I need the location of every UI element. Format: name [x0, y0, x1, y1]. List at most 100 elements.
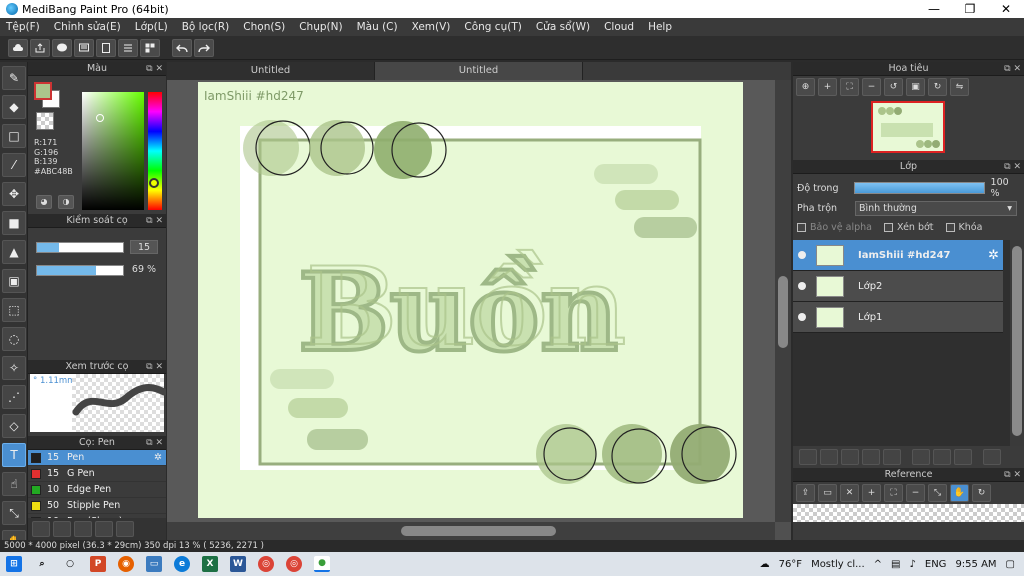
panel-controls-icon[interactable]: ⧉ ✕ [146, 214, 163, 228]
brush-folder-button[interactable] [116, 521, 134, 537]
redo-button[interactable] [194, 38, 214, 57]
panel-controls-icon[interactable]: ⧉ ✕ [146, 436, 163, 450]
layer-row[interactable]: Lớp1 [793, 302, 1003, 333]
gear-icon[interactable]: ✲ [988, 248, 999, 263]
menu-window[interactable]: Cửa sổ(W) [536, 21, 590, 33]
menu-layer[interactable]: Lớp(L) [135, 21, 168, 33]
foreground-color-swatch[interactable] [34, 82, 52, 100]
edge-icon[interactable]: e [174, 556, 190, 572]
color-wheel-button[interactable]: ◑ [58, 195, 74, 209]
chat-button[interactable] [52, 38, 72, 57]
vertical-scroll-thumb[interactable] [778, 276, 788, 348]
layer-settings-button[interactable] [954, 449, 972, 465]
protect-alpha-checkbox[interactable]: Bảo vệ alpha [797, 222, 872, 233]
tab-untitled-2[interactable]: Untitled [375, 62, 583, 80]
hue-cursor[interactable] [149, 178, 159, 188]
panel-controls-icon[interactable]: ⧉ ✕ [1004, 468, 1021, 482]
blend-mode-select[interactable]: Bình thường [855, 200, 1017, 216]
chrome-icon[interactable]: ◎ [258, 556, 274, 572]
layer-row[interactable]: IamShiii #hd247 ✲ [793, 240, 1003, 271]
excel-icon[interactable]: X [202, 556, 218, 572]
brush-settings-button[interactable] [95, 521, 113, 537]
magic-wand-tool[interactable]: ✧ [2, 356, 26, 380]
panel-controls-icon[interactable]: ⧉ ✕ [146, 360, 163, 374]
ref-rotate-button[interactable]: ↻ [972, 484, 991, 502]
reference-view[interactable] [793, 504, 1024, 522]
rotate-left-button[interactable]: ↺ [884, 78, 903, 96]
canvas-vertical-scrollbar[interactable] [775, 80, 791, 522]
maximize-button[interactable]: ❐ [952, 0, 988, 18]
close-button[interactable]: ✕ [988, 0, 1024, 18]
ref-eyedropper-button[interactable]: ⤡ [928, 484, 947, 502]
tray-chevron-icon[interactable]: ^ [874, 559, 882, 570]
visibility-eye-icon[interactable] [798, 251, 806, 259]
layer-row[interactable]: Lớp2 [793, 271, 1003, 302]
page-button[interactable] [96, 38, 116, 57]
hue-slider[interactable] [148, 92, 162, 210]
visibility-eye-icon[interactable] [798, 313, 806, 321]
actual-size-button[interactable]: ▣ [906, 78, 925, 96]
grid-button[interactable] [140, 38, 160, 57]
panel-controls-icon[interactable]: ⧉ ✕ [146, 62, 163, 76]
move-tool[interactable]: ✥ [2, 182, 26, 206]
clipping-checkbox[interactable]: Xén bớt [884, 222, 934, 233]
add-layer-menu-button[interactable] [862, 449, 880, 465]
zoom-in-button[interactable]: + [818, 78, 837, 96]
ref-zoom-in-button[interactable]: + [862, 484, 881, 502]
fit-window-button[interactable]: ⛶ [840, 78, 859, 96]
layer-list-scrollbar[interactable] [1010, 240, 1024, 446]
brush-item[interactable]: 50 Stipple Pen [28, 498, 166, 514]
merge-layer-button[interactable] [933, 449, 951, 465]
canvas-horizontal-scrollbar[interactable] [167, 522, 775, 540]
select-tool[interactable]: ⬚ [2, 298, 26, 322]
medibang-taskbar-icon[interactable]: ● [314, 556, 330, 572]
menu-file[interactable]: Tệp(F) [6, 21, 40, 33]
lock-checkbox[interactable]: Khóa [945, 222, 982, 233]
zoom-out-button[interactable]: − [862, 78, 881, 96]
layer-scroll-thumb[interactable] [1012, 246, 1022, 436]
word-icon[interactable]: W [230, 556, 246, 572]
flip-button[interactable]: ⇋ [950, 78, 969, 96]
clock[interactable]: 9:55 AM [955, 559, 996, 570]
powerpoint-icon[interactable]: P [90, 556, 106, 572]
visibility-eye-icon[interactable] [798, 282, 806, 290]
dot-tool[interactable]: ⁄ [2, 153, 26, 177]
language-indicator[interactable]: ENG [925, 559, 947, 570]
eraser-tool[interactable]: ◆ [2, 95, 26, 119]
lasso-tool[interactable]: ◌ [2, 327, 26, 351]
new-layer-button[interactable] [799, 449, 817, 465]
brush-item[interactable]: 15 G Pen [28, 466, 166, 482]
sv-cursor[interactable] [96, 114, 104, 122]
notification-icon[interactable]: ▢ [1006, 559, 1015, 570]
network-icon[interactable]: ▤ [891, 559, 900, 570]
navigator-thumbnail[interactable] [871, 101, 945, 153]
eyedropper-tool[interactable]: ⤡ [2, 501, 26, 525]
brush-size-value[interactable]: 15 [130, 240, 158, 254]
menu-tools[interactable]: Công cụ(T) [464, 21, 521, 33]
search-icon[interactable]: ⌕ [34, 556, 50, 572]
menu-select[interactable]: Chọn(S) [243, 21, 285, 33]
operation-tool[interactable]: ☝ [2, 472, 26, 496]
minimize-button[interactable]: — [916, 0, 952, 18]
rotate-right-button[interactable]: ↻ [928, 78, 947, 96]
new-8bit-layer-button[interactable] [820, 449, 838, 465]
shape-tool[interactable]: □ [2, 124, 26, 148]
horizontal-scroll-thumb[interactable] [401, 526, 556, 536]
pen-tool[interactable]: ✎ [2, 66, 26, 90]
navigator-preview[interactable] [793, 98, 1024, 160]
menu-view[interactable]: Xem(V) [412, 21, 451, 33]
ref-close-button[interactable]: ✕ [840, 484, 859, 502]
bucket-tool[interactable]: ▲ [2, 240, 26, 264]
task-view-icon[interactable]: ○ [62, 556, 78, 572]
layer-folder-button[interactable] [883, 449, 901, 465]
panel-controls-icon[interactable]: ⧉ ✕ [1004, 160, 1021, 174]
delete-layer-button[interactable] [983, 449, 1001, 465]
panel-controls-icon[interactable]: ⧉ ✕ [1004, 62, 1021, 76]
brush-item[interactable]: 15 Pen ✲ [28, 450, 166, 466]
menu-filter[interactable]: Bộ lọc(R) [182, 21, 230, 33]
select-eraser-tool[interactable]: ◇ [2, 414, 26, 438]
ref-fit-button[interactable]: ⛶ [884, 484, 903, 502]
windows-start-icon[interactable]: ⊞ [6, 556, 22, 572]
weather-temp[interactable]: 76°F [779, 559, 802, 570]
computer-icon[interactable]: ▭ [146, 556, 162, 572]
